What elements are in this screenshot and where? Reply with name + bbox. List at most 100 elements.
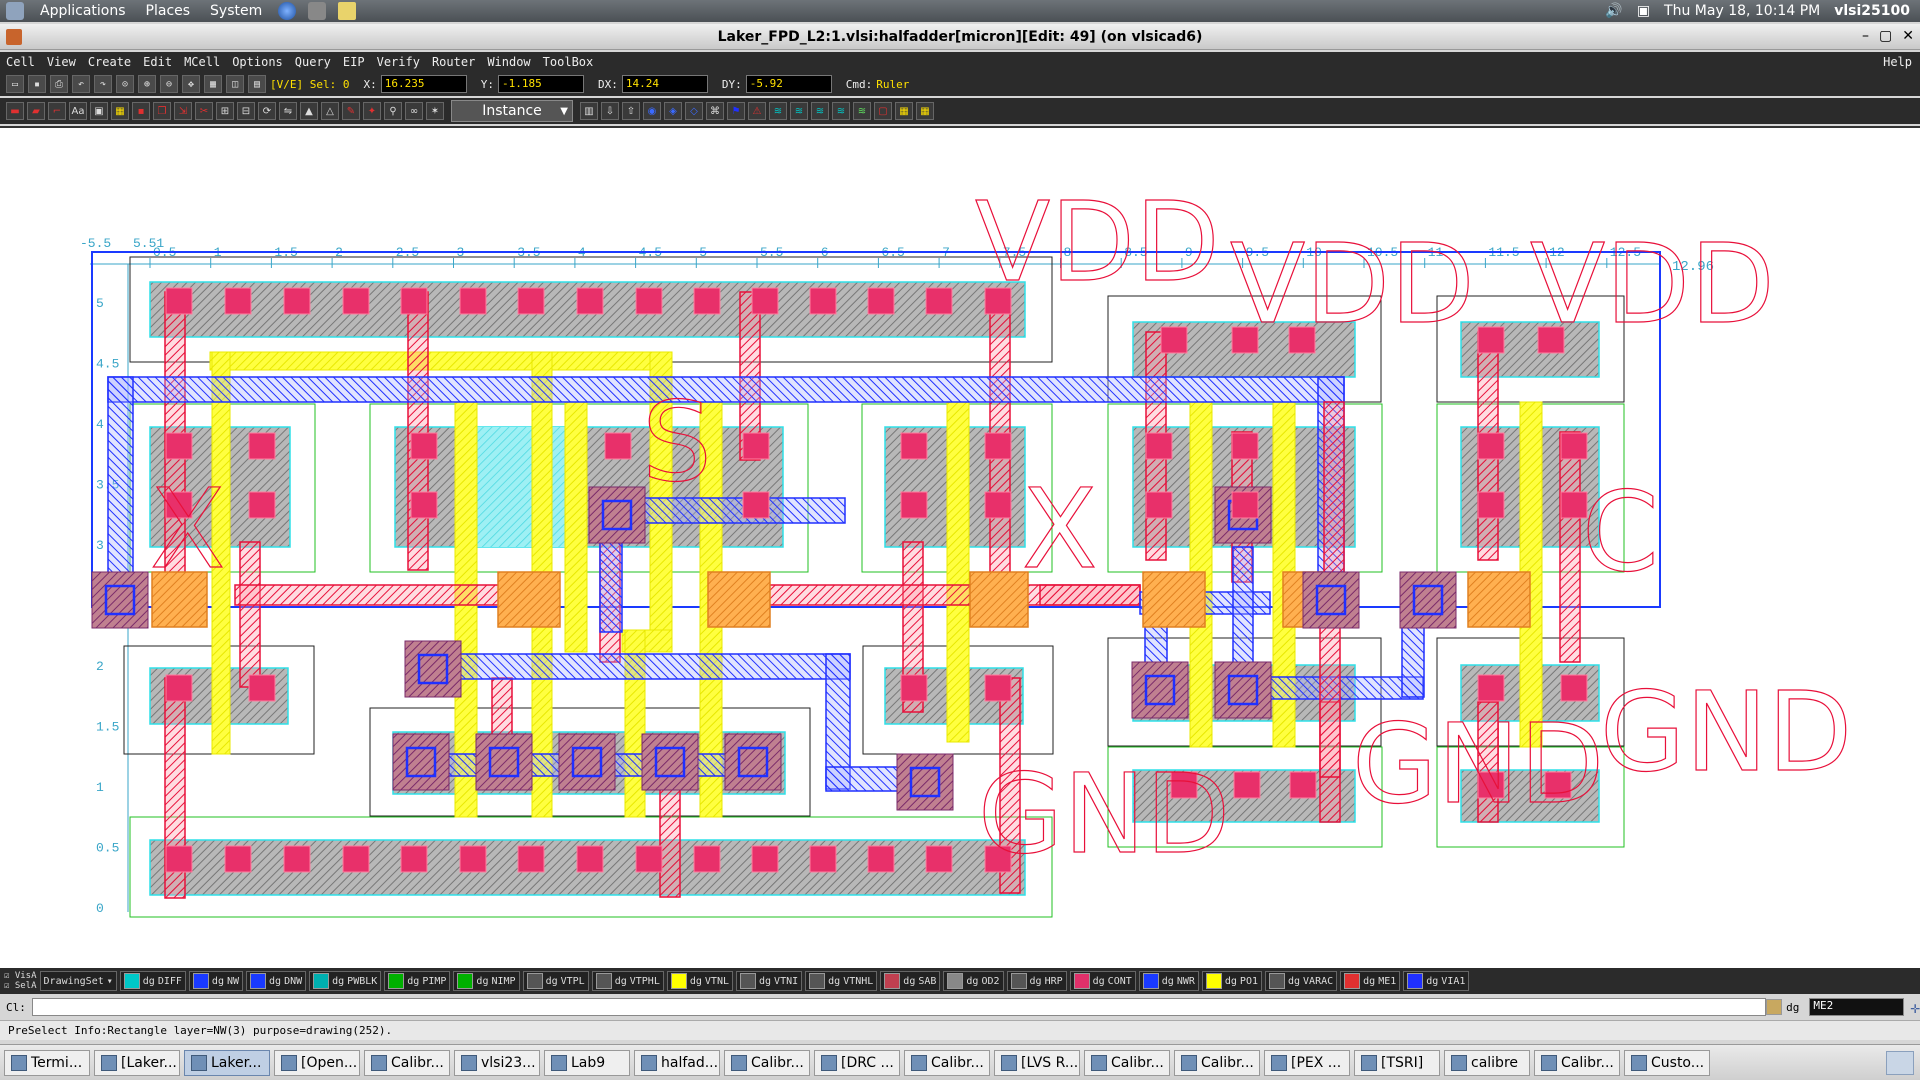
y-field[interactable]: -1.185 [497, 75, 584, 93]
text-tool-icon[interactable]: Aa [69, 102, 87, 120]
taskbar-item[interactable]: Calibr... [1534, 1049, 1620, 1076]
wire-2-icon[interactable]: ≋ [790, 102, 808, 120]
split-tool-icon[interactable]: ⊟ [237, 102, 255, 120]
undo-icon[interactable]: ↶ [72, 75, 90, 93]
polygon-tool-icon[interactable]: ▰ [27, 102, 45, 120]
taskbar-item[interactable]: halfad... [634, 1049, 720, 1076]
ascend-icon[interactable]: ⇧ [622, 102, 640, 120]
instance-select[interactable]: Instance ▼ [451, 100, 573, 122]
network-icon[interactable] [308, 2, 327, 20]
zoom-in-icon[interactable]: ⊕ [138, 75, 156, 93]
layer-nw[interactable]: dg NW [188, 971, 244, 991]
merge-tool-icon[interactable]: ⊞ [216, 102, 234, 120]
crosshair-icon[interactable]: ✛ [1910, 998, 1920, 1017]
menu-router[interactable]: Router [426, 55, 481, 69]
route-icon[interactable]: ⌘ [706, 102, 724, 120]
move-tool-icon[interactable]: ▪ [132, 102, 150, 120]
stretch-tool-icon[interactable]: ⇲ [174, 102, 192, 120]
layers-icon[interactable]: ▤ [248, 75, 266, 93]
taskbar-item[interactable]: Custo... [1624, 1049, 1710, 1076]
layer-pimp[interactable]: dg PIMP [384, 971, 451, 991]
taskbar-item[interactable]: [Open... [274, 1049, 360, 1076]
zoom-out-icon[interactable]: ⊖ [160, 75, 178, 93]
menu-cell[interactable]: Cell [0, 55, 41, 69]
taskbar-item[interactable]: Calibr... [724, 1049, 810, 1076]
taskbar-item[interactable]: [TSRI] [1354, 1049, 1440, 1076]
drc-icon[interactable]: ◉ [643, 102, 661, 120]
taskbar-item[interactable]: [PEX ... [1264, 1049, 1350, 1076]
taskbar-item[interactable]: Calibr... [1084, 1049, 1170, 1076]
taskbar-item[interactable]: vlsi23... [454, 1049, 540, 1076]
layer-dnw[interactable]: dg DNW [246, 971, 307, 991]
matrix-icon[interactable]: ▦ [895, 102, 913, 120]
menu-edit[interactable]: Edit [137, 55, 178, 69]
instance-tool-icon[interactable]: ▣ [90, 102, 108, 120]
close-icon[interactable]: ✕ [1902, 28, 1914, 44]
rotate-tool-icon[interactable]: ⟳ [258, 102, 276, 120]
ruler-tool-icon[interactable]: △ [321, 102, 339, 120]
sela-toggle[interactable]: ☑ SelA [4, 981, 37, 991]
wire-4-icon[interactable]: ≋ [832, 102, 850, 120]
layer-vtphl[interactable]: dg VTPHL [591, 971, 664, 991]
net-tool-icon[interactable]: ✶ [426, 102, 444, 120]
taskbar-item[interactable]: Laker... [184, 1049, 270, 1076]
pin-tool-icon[interactable]: ✎ [342, 102, 360, 120]
menu-help[interactable]: Help [1883, 55, 1920, 69]
show-desktop-icon[interactable] [1886, 1050, 1914, 1075]
layer-vtpl[interactable]: dg VTPL [522, 971, 589, 991]
taskbar-item[interactable]: Calibr... [1174, 1049, 1260, 1076]
save-icon[interactable]: ▪ [28, 75, 46, 93]
taskbar-item[interactable]: Calibr... [904, 1049, 990, 1076]
taskbar-item[interactable]: Calibr... [364, 1049, 450, 1076]
search-tool-icon[interactable]: ⚲ [384, 102, 402, 120]
print-icon[interactable]: ⎙ [50, 75, 68, 93]
taskbar-item[interactable]: calibre [1444, 1049, 1530, 1076]
layer-cont[interactable]: dg CONT [1069, 971, 1136, 991]
matrix-2-icon[interactable]: ▦ [916, 102, 934, 120]
layer-diff[interactable]: dg DIFF [119, 971, 186, 991]
clock[interactable]: Thu May 18, 10:14 PM [1664, 3, 1820, 19]
layer-me1[interactable]: dg ME1 [1340, 971, 1401, 991]
foot-icon[interactable] [6, 2, 24, 20]
zoom-fit-icon[interactable]: ⊙ [116, 75, 134, 93]
box-icon[interactable]: ▢ [874, 102, 892, 120]
flag-icon[interactable]: ⚑ [727, 102, 745, 120]
menu-places[interactable]: Places [136, 3, 201, 19]
layer-sab[interactable]: dg SAB [880, 971, 941, 991]
layer-nimp[interactable]: dg NIMP [453, 971, 520, 991]
rectangle-tool-icon[interactable]: ▬ [6, 102, 24, 120]
notes-icon[interactable] [338, 2, 357, 20]
menu-verify[interactable]: Verify [371, 55, 426, 69]
menu-options[interactable]: Options [226, 55, 289, 69]
taskbar-item[interactable]: [Laker... [94, 1049, 180, 1076]
command-input[interactable] [31, 998, 1767, 1016]
error-icon[interactable]: ⚠ [748, 102, 766, 120]
wire-1-icon[interactable]: ≋ [769, 102, 787, 120]
grid-icon[interactable]: ▦ [204, 75, 222, 93]
probe-tool-icon[interactable]: ✦ [363, 102, 381, 120]
array-tool-icon[interactable]: ▦ [111, 102, 129, 120]
layout-drawing[interactable]: -5.5 5.51 12.96 0.5 1 1.5 2 2.5 3 3.5 4 4.5 5 5.5 6… [0, 128, 1920, 968]
open-icon[interactable]: ▭ [6, 75, 24, 93]
menu-window[interactable]: Window [481, 55, 536, 69]
layer-vtnl[interactable]: dg VTNL [666, 971, 733, 991]
x-field[interactable]: 16.235 [380, 75, 467, 93]
menu-mcell[interactable]: MCell [178, 55, 226, 69]
hierarchy-icon[interactable]: ▥ [580, 102, 598, 120]
align-tool-icon[interactable]: ▲ [300, 102, 318, 120]
dy-field[interactable]: -5.92 [745, 75, 832, 93]
dx-field[interactable]: 14.24 [621, 75, 708, 93]
menu-system[interactable]: System [200, 3, 272, 19]
volume-icon[interactable]: 🔊 [1605, 3, 1622, 19]
flip-tool-icon[interactable]: ⇋ [279, 102, 297, 120]
current-layer-swatch[interactable] [1766, 999, 1783, 1015]
layer-po1[interactable]: dg PO1 [1201, 971, 1262, 991]
taskbar-item[interactable]: Lab9 [544, 1049, 630, 1076]
lvs-icon[interactable]: ◈ [664, 102, 682, 120]
taskbar-item[interactable]: [LVS R... [994, 1049, 1080, 1076]
layer-nwr[interactable]: dg NWR [1138, 971, 1199, 991]
layout-canvas[interactable]: -5.5 5.51 12.96 0.5 1 1.5 2 2.5 3 3.5 4 4.5 5 5.5 6… [0, 126, 1920, 968]
browser-icon[interactable] [278, 2, 297, 20]
drawing-set-select[interactable]: DrawingSet ▾ [39, 971, 117, 991]
layer-od2[interactable]: dg OD2 [943, 971, 1004, 991]
